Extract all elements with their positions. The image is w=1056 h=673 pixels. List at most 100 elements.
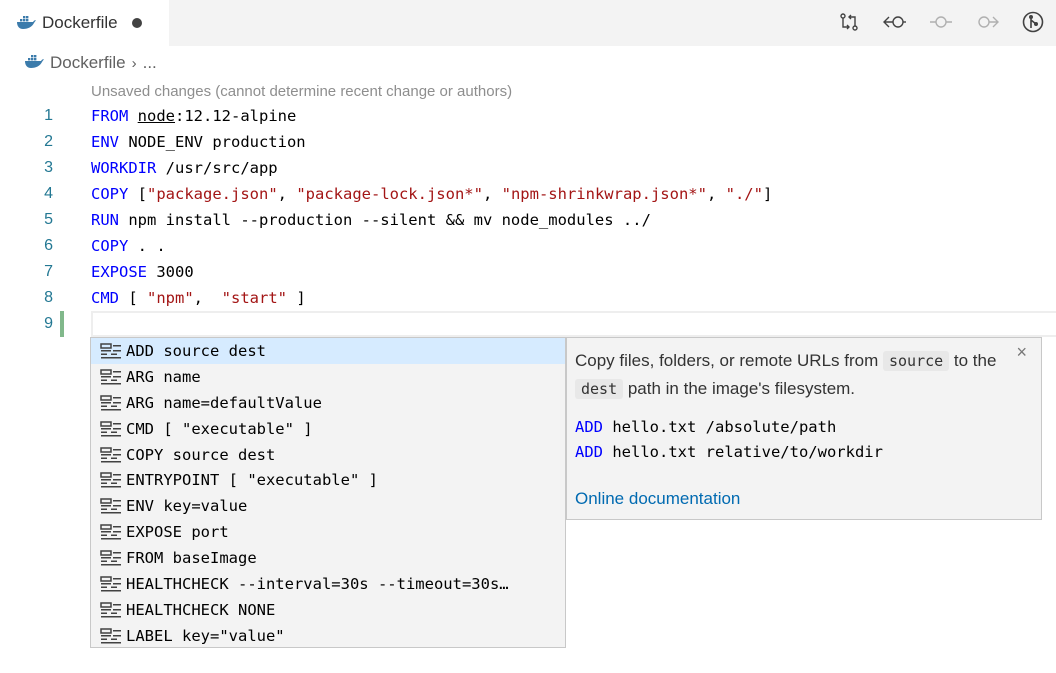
tab-dockerfile[interactable]: Dockerfile: [0, 0, 169, 46]
git-graph-button[interactable]: [1010, 8, 1056, 36]
suggestion-label: CMD [ "executable" ]: [126, 419, 313, 438]
keyword-token: WORKDIR: [91, 159, 157, 177]
suggestion-item[interactable]: ADD source dest: [91, 338, 565, 364]
suggestion-item[interactable]: HEALTHCHECK --interval=30s --timeout=30s…: [91, 571, 565, 597]
snippet-icon: [100, 369, 124, 385]
docker-whale-icon: [16, 14, 36, 33]
snippet-icon: [100, 627, 124, 644]
text-token: :12.12-alpine: [175, 107, 297, 125]
text-token: node: [137, 107, 175, 125]
unsaved-dot-icon[interactable]: [131, 18, 142, 28]
code-line[interactable]: 6 COPY . .: [0, 233, 1056, 259]
text-token: npm install --production --silent && mv …: [119, 211, 651, 229]
code-line[interactable]: 5 RUN npm install --production --silent &…: [0, 207, 1056, 233]
suggestion-label: ENTRYPOINT [ "executable" ]: [126, 471, 378, 490]
breadcrumb-symbols[interactable]: ...: [143, 53, 157, 73]
inline-code-source: source: [882, 351, 950, 371]
text-token: /usr/src/app: [156, 159, 278, 177]
suggestion-label: ADD source dest: [126, 341, 266, 360]
keyword-token: RUN: [91, 211, 119, 229]
keyword-token: CMD: [91, 289, 119, 307]
line-number: 6: [44, 237, 53, 254]
suggestion-label: FROM baseImage: [126, 549, 257, 568]
keyword-token: ENV: [91, 133, 119, 151]
suggestion-item[interactable]: FROM baseImage: [91, 545, 565, 571]
snippet-icon: [100, 498, 124, 514]
line-code: EXPOSE 3000: [91, 259, 194, 285]
chevron-right-icon: ›: [131, 54, 137, 72]
suggestion-item[interactable]: ENV key=value: [91, 493, 565, 519]
breadcrumb: Dockerfile › ...: [24, 51, 157, 75]
suggestion-label: HEALTHCHECK --interval=30s --timeout=30s…: [126, 574, 509, 593]
line-number: 9: [44, 315, 53, 332]
code-line[interactable]: 1 FROM node:12.12-alpine: [0, 103, 1056, 129]
suggestion-item[interactable]: EXPOSE port: [91, 519, 565, 545]
line-number: 5: [44, 211, 53, 228]
text-token: ,: [706, 185, 726, 203]
suggestion-item[interactable]: CMD [ "executable" ]: [91, 416, 565, 442]
example-line-1: ADD hello.txt /absolute/path: [575, 418, 837, 436]
code-line[interactable]: 3 WORKDIR /usr/src/app: [0, 155, 1056, 181]
line-number: 4: [44, 185, 53, 202]
details-description: Copy files, folders, or remote URLs from…: [575, 351, 997, 399]
editor-actions: [826, 8, 1056, 36]
line-code: ENV NODE_ENV production: [91, 129, 306, 155]
string-token: "package-lock.json*": [296, 185, 483, 203]
line-number: 8: [44, 289, 53, 306]
suggestion-item[interactable]: ARG name=defaultValue: [91, 390, 565, 416]
docker-whale-icon: [24, 53, 44, 73]
suggestion-label: ARG name=defaultValue: [126, 393, 322, 412]
close-icon[interactable]: ×: [1016, 342, 1027, 363]
code-line[interactable]: 8 CMD [ "npm", "start" ]: [0, 285, 1056, 311]
added-line-gutter-marker: [60, 311, 64, 337]
string-token: "start": [221, 289, 287, 307]
next-change-icon: [978, 16, 999, 28]
string-token: "npm-shrinkwrap.json*": [501, 185, 707, 203]
line-code: WORKDIR /usr/src/app: [91, 155, 278, 181]
line-number: 2: [44, 133, 53, 150]
code-line[interactable]: 2 ENV NODE_ENV production: [0, 129, 1056, 155]
suggest-widget: ADD source dest ARG name ARG name=defaultV…: [90, 337, 566, 648]
previous-change-button[interactable]: [872, 8, 918, 36]
suggestion-item[interactable]: ENTRYPOINT [ "executable" ]: [91, 467, 565, 493]
suggest-details: Copy files, folders, or remote URLs from…: [566, 337, 1042, 520]
code-editor[interactable]: 1 FROM node:12.12-alpine 2 ENV NODE_ENV pro…: [0, 103, 1056, 337]
current-commit-button[interactable]: [918, 8, 964, 36]
tab-label: Dockerfile: [42, 13, 118, 32]
text-token: ,: [482, 185, 502, 203]
string-token: "./": [725, 185, 763, 203]
suggestion-item[interactable]: ARG name: [91, 364, 565, 390]
online-documentation-link[interactable]: Online documentation: [575, 489, 740, 509]
code-line[interactable]: 9: [0, 311, 1056, 337]
tab-bar: Dockerfile: [0, 0, 1056, 46]
suggestion-label: LABEL key="value": [126, 626, 285, 645]
text-token: . .: [128, 237, 166, 255]
text-token: ]: [287, 289, 306, 307]
text-token: ,: [277, 185, 297, 203]
suggestion-label: HEALTHCHECK NONE: [126, 600, 276, 619]
next-change-button[interactable]: [964, 8, 1010, 36]
blame-codelens[interactable]: Unsaved changes (cannot determine recent…: [91, 83, 512, 100]
suggestion-item[interactable]: HEALTHCHECK NONE: [91, 597, 565, 623]
line-code: COPY . .: [91, 233, 166, 259]
suggestion-item[interactable]: COPY source dest: [91, 442, 565, 468]
text-token: ]: [762, 185, 773, 203]
text-token: ,: [193, 289, 222, 307]
keyword-token: FROM: [91, 107, 129, 125]
example-line-2: ADD hello.txt relative/to/workdir: [575, 443, 883, 461]
suggestion-label: ARG name: [126, 367, 201, 386]
current-line-highlight: [91, 311, 1056, 337]
code-line[interactable]: 4 COPY ["package.json", "package-lock.jso…: [0, 181, 1056, 207]
line-code: RUN npm install --production --silent &&…: [91, 207, 651, 233]
suggestion-label: COPY source dest: [126, 445, 276, 464]
text-token: [: [128, 185, 147, 203]
snippet-icon: [100, 343, 124, 359]
breadcrumb-file[interactable]: Dockerfile: [50, 53, 126, 73]
suggestion-label: EXPOSE port: [126, 523, 229, 542]
snippet-icon: [100, 472, 124, 488]
suggestion-item[interactable]: LABEL key="value": [91, 623, 565, 649]
text-token: 3000: [147, 263, 194, 281]
code-line[interactable]: 7 EXPOSE 3000: [0, 259, 1056, 285]
open-changes-button[interactable]: [826, 8, 872, 36]
